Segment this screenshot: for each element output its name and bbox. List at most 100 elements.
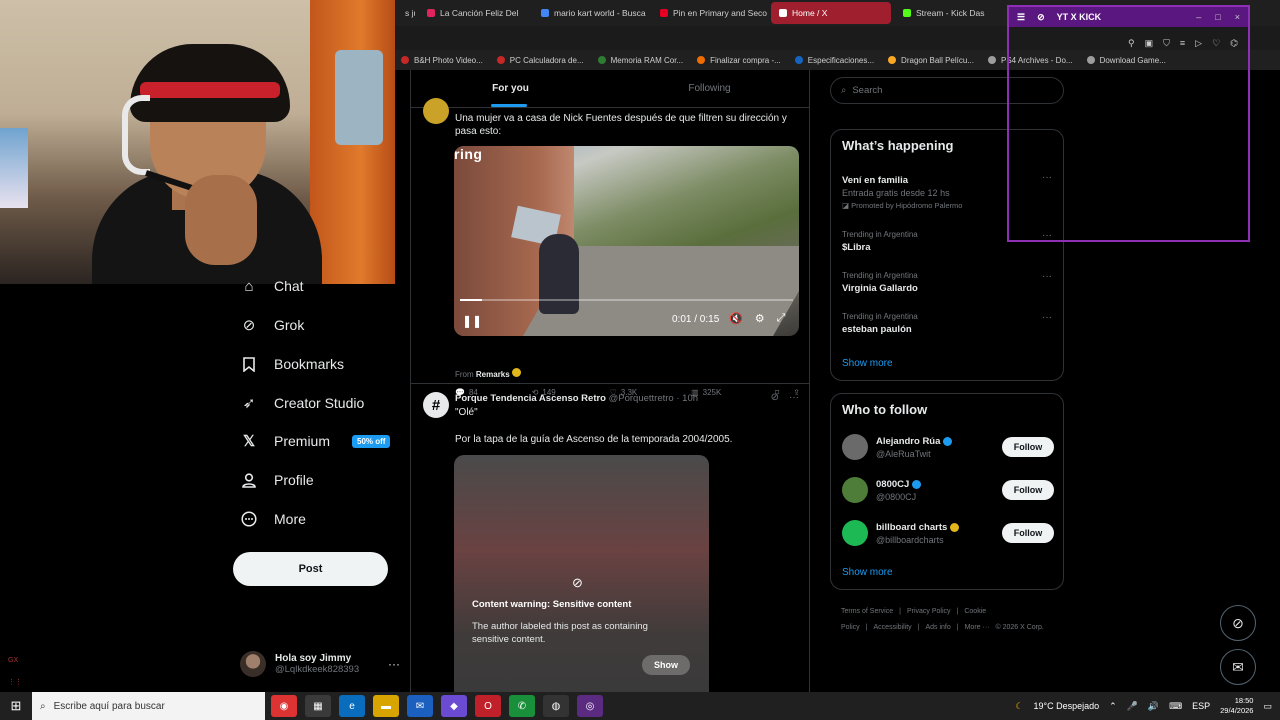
list-icon[interactable]: ≡ — [1180, 38, 1185, 48]
app-icon[interactable]: ◍ — [543, 695, 569, 717]
tab-label: s ju — [405, 8, 415, 18]
footer-link[interactable]: Accessibility — [874, 624, 912, 631]
sidebar-item-more[interactable]: More — [240, 507, 306, 531]
browser-tab[interactable]: s ju — [397, 2, 415, 24]
language-indicator[interactable]: ESP — [1192, 701, 1210, 711]
settings-gear-icon[interactable]: ⚙ — [755, 312, 765, 325]
grok-icon[interactable]: ⊘ — [771, 392, 779, 403]
webcam-overlay — [0, 0, 395, 284]
trend-item[interactable]: Trending in Argentina esteban paulón ··· — [842, 312, 1052, 335]
footer-link[interactable]: More ··· — [965, 624, 990, 631]
footer-link[interactable]: © 2026 X Corp. — [995, 624, 1043, 631]
sidebar-item-chat[interactable]: ⌂ Chat — [240, 274, 304, 298]
follow-suggestion[interactable]: Alejandro Rúa @AleRuaTwit Follow — [842, 432, 1054, 462]
bookmark-item[interactable]: Memoria RAM Cor... — [597, 56, 683, 65]
footer-link[interactable]: Ads info — [925, 624, 950, 631]
sidebar-item-bookmarks[interactable]: Bookmarks — [240, 352, 344, 376]
follow-suggestion[interactable]: 0800CJ @0800CJ Follow — [842, 475, 1054, 505]
more-dots-icon[interactable]: ··· — [1042, 271, 1052, 282]
volume-icon[interactable]: 🔊 — [1148, 701, 1159, 712]
bookmark-item[interactable]: PC Calculadora de... — [496, 55, 584, 65]
tab-favicon-icon — [779, 9, 787, 17]
grok-fab-icon[interactable]: ⊘ — [1220, 605, 1256, 641]
browser-tab[interactable]: Pin en Primary and Seco — [652, 2, 767, 24]
mute-icon[interactable]: 🔇 — [729, 312, 743, 325]
author-name[interactable]: Porque Tendencia Ascenso Retro — [455, 393, 606, 404]
browser-tab[interactable]: mario kart world - Busca — [533, 2, 648, 24]
pause-icon[interactable]: ❚❚ — [462, 314, 482, 328]
bookmark-favicon-icon — [794, 56, 803, 64]
sidebar-item-label: Premium — [274, 433, 331, 449]
sidebar-item-grok[interactable]: ⊘ Grok — [240, 313, 305, 337]
show-button[interactable]: Show — [642, 655, 690, 675]
folder-app-icon[interactable]: ▬ — [373, 695, 399, 717]
show-more-link[interactable]: Show more — [842, 358, 893, 369]
grok-icon: ⊘ — [242, 317, 256, 334]
messages-fab-icon[interactable]: ✉ — [1220, 649, 1256, 685]
shield-icon[interactable]: ⛉ — [1163, 38, 1170, 49]
screen-icon[interactable]: ▣ — [1145, 38, 1154, 49]
video-player[interactable]: ring ❚❚ 0:01 / 0:15 🔇 ⚙ ⤢ — [454, 146, 799, 336]
opera-gx-app-icon[interactable]: O — [475, 695, 501, 717]
windows-taskbar: ⊞ ⌕ Escribe aquí para buscar ◉ ▦ e ▬ ✉ ◆… — [0, 692, 1280, 720]
heart-icon[interactable]: ♡ — [1212, 38, 1220, 49]
more-dots-icon[interactable]: ··· — [789, 392, 799, 403]
store-app-icon[interactable]: ▦ — [305, 695, 331, 717]
edge-app-icon[interactable]: e — [339, 695, 365, 717]
post-button[interactable]: Post — [233, 552, 388, 586]
bookmark-label: PC Calculadora de... — [509, 55, 584, 65]
browser-tab[interactable]: Stream - Kick Das — [895, 2, 995, 24]
post-header: Porque Tendencia Ascenso Retro @Porquett… — [455, 393, 698, 404]
footer-separator: | — [865, 624, 868, 631]
close-icon[interactable]: × — [1235, 12, 1240, 22]
author-handle[interactable]: @Porquettretro · 10h — [609, 393, 698, 404]
follow-button[interactable]: Follow — [1002, 523, 1054, 543]
browser-tab[interactable]: La Canción Feliz Del — [419, 2, 529, 24]
microphone-icon[interactable]: 🎤 — [1127, 701, 1138, 712]
weather-text[interactable]: 19°C Despejado — [1033, 701, 1099, 711]
minimize-icon[interactable]: – — [1196, 12, 1201, 22]
bookmark-item[interactable]: Dragon Ball Pelícu... — [888, 56, 974, 65]
app-icon[interactable]: ◎ — [577, 695, 603, 717]
more-dots-icon[interactable]: ··· — [1042, 312, 1052, 323]
avatar[interactable]: # — [423, 392, 449, 418]
menu-icon[interactable]: ☰ — [1017, 12, 1025, 23]
taskbar-search-input[interactable]: ⌕ Escribe aquí para buscar — [32, 692, 265, 720]
bookmark-item[interactable]: Finalizar compra -... — [697, 56, 781, 65]
trend-item[interactable]: Trending in Argentina Virginia Gallardo … — [842, 271, 1052, 294]
app-icon[interactable]: ◆ — [441, 695, 467, 717]
follow-button[interactable]: Follow — [1002, 480, 1054, 500]
sidebar-item-label: Chat — [274, 278, 304, 294]
follow-suggestion[interactable]: billboard charts @billboardcharts Follow — [842, 518, 1054, 548]
video-progress-bar[interactable] — [460, 299, 793, 301]
maximize-icon[interactable]: □ — [1215, 12, 1220, 22]
clock[interactable]: 18:50 29/4/2026 — [1220, 696, 1253, 716]
sidebar-item-creator-studio[interactable]: ➶ Creator Studio — [240, 391, 365, 415]
mail-app-icon[interactable]: ✉ — [407, 695, 433, 717]
show-more-link[interactable]: Show more — [842, 567, 893, 578]
account-switcher[interactable]: Hola soy Jimmy @Lqlkdkeek828393 ··· — [240, 649, 400, 679]
browser-tab[interactable]: Home / X — [771, 2, 891, 24]
sidebar-item-premium[interactable]: 𝕏 Premium 50% off — [240, 429, 391, 453]
play-icon[interactable]: ▷ — [1195, 38, 1202, 49]
notification-icon[interactable]: ▭ — [1263, 701, 1272, 712]
bookmark-item[interactable]: B&H Photo Video... — [401, 56, 483, 65]
chrome-app-icon[interactable]: ◉ — [271, 695, 297, 717]
tab-label: Stream - Kick Das — [916, 8, 985, 18]
keyboard-icon[interactable]: ⌨ — [1169, 701, 1182, 712]
bookmark-item[interactable]: Especificaciones... — [794, 56, 874, 65]
whatsapp-app-icon[interactable]: ✆ — [509, 695, 535, 717]
source-account[interactable]: Remarks — [476, 370, 510, 379]
avatar[interactable] — [423, 98, 449, 124]
windows-start-icon[interactable]: ⊞ — [0, 692, 32, 720]
follow-button[interactable]: Follow — [1002, 437, 1054, 457]
search-icon: ⌕ — [841, 85, 847, 96]
sidebar-item-profile[interactable]: Profile — [240, 468, 314, 492]
fullscreen-icon[interactable]: ⤢ — [777, 312, 786, 325]
puzzle-icon[interactable]: ⌬ — [1230, 38, 1238, 49]
footer-link[interactable]: Terms of Service — [841, 608, 893, 615]
gx-overlay-text: GX — [8, 657, 19, 664]
footer-link[interactable]: Privacy Policy — [907, 608, 951, 615]
chevron-up-icon[interactable]: ⌃ — [1109, 701, 1117, 712]
pin-icon[interactable]: ⚲ — [1128, 38, 1135, 49]
